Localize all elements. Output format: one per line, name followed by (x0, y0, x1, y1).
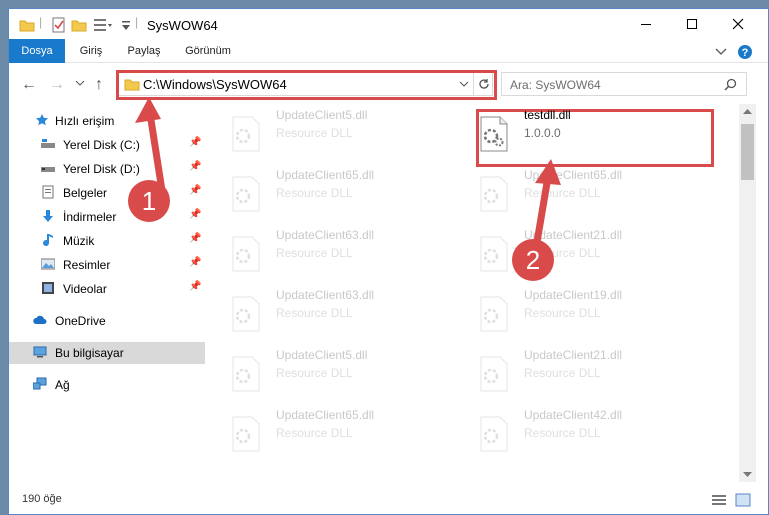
large-icons-view-icon[interactable] (735, 493, 751, 507)
pin-icon: 📌 (189, 185, 202, 196)
pin-icon: 📌 (189, 209, 202, 220)
videos-icon (42, 282, 54, 294)
dll-file-icon (232, 116, 260, 152)
file-list: UpdateClient5.dll Resource DLL UpdateCli… (209, 104, 739, 482)
dll-file-icon (480, 296, 508, 332)
file-tile[interactable]: UpdateClient65.dll Resource DLL (209, 404, 439, 460)
pin-icon: 📌 (189, 161, 202, 172)
explorer-window: | | SysWOW64 Dosya Giriş Paylaş Görünüm … (8, 8, 769, 515)
file-tile[interactable]: UpdateClient42.dll Resource DLL (457, 404, 687, 460)
scroll-up-icon[interactable] (743, 108, 752, 114)
maximize-button[interactable] (669, 9, 715, 39)
scrollbar-thumb[interactable] (741, 124, 754, 180)
folder-icon[interactable] (19, 17, 35, 33)
forward-arrow-icon[interactable]: → (49, 76, 65, 94)
file-tile[interactable]: UpdateClient21.dll Resource DLL (457, 224, 687, 280)
dll-file-icon (480, 356, 508, 392)
sidebar-item-pictures[interactable]: Resimler 📌 (9, 254, 205, 276)
drive-icon (41, 139, 55, 148)
search-input[interactable]: Ara: SysWOW64 (501, 72, 747, 96)
file-tile[interactable]: UpdateClient65.dll Resource DLL (209, 164, 439, 220)
scroll-down-icon[interactable] (743, 472, 752, 478)
vertical-scrollbar[interactable] (739, 104, 756, 482)
minimize-button[interactable] (623, 9, 669, 39)
file-tile[interactable]: UpdateClient63.dll Resource DLL (209, 284, 439, 340)
tab-file[interactable]: Dosya (9, 39, 65, 63)
step-2-badge: 2 (512, 239, 554, 281)
file-tile[interactable]: UpdateClient63.dll Resource DLL (209, 224, 439, 280)
pin-icon: 📌 (189, 257, 202, 268)
dll-file-icon (480, 416, 508, 452)
ribbon-tabs: Dosya Giriş Paylaş Görünüm ? (9, 39, 768, 63)
pin-icon: 📌 (189, 281, 202, 292)
dll-file-icon (480, 116, 508, 152)
dll-file-icon (232, 416, 260, 452)
properties-icon[interactable] (51, 17, 67, 33)
separator: | (39, 15, 43, 29)
svg-text:?: ? (742, 47, 749, 59)
file-tile-testdll[interactable]: testdll.dll 1.0.0.0 (457, 104, 687, 160)
separator: | (135, 15, 139, 29)
dll-file-icon (480, 176, 508, 212)
window-title: SysWOW64 (147, 18, 218, 33)
back-arrow-icon[interactable]: ← (21, 76, 37, 94)
item-count: 190 öğe (22, 493, 62, 505)
music-icon (43, 234, 53, 247)
customize-toolbar-icon[interactable] (119, 17, 133, 33)
dll-file-icon (232, 236, 260, 272)
up-arrow-icon[interactable]: ↑ (95, 76, 103, 94)
file-tile[interactable]: UpdateClient65.dll Resource DLL (457, 164, 687, 220)
search-placeholder: Ara: SysWOW64 (510, 78, 601, 92)
file-tile[interactable]: UpdateClient5.dll Resource DLL (209, 104, 439, 160)
status-bar: 190 öğe (9, 484, 768, 514)
cloud-icon (33, 315, 47, 324)
sidebar-item-downloads[interactable]: İndirmeler 📌 (9, 206, 205, 228)
sidebar-item-music[interactable]: Müzik 📌 (9, 230, 205, 252)
sidebar-item-network[interactable]: Ağ (9, 374, 205, 396)
network-icon (33, 377, 47, 390)
chevron-down-icon[interactable] (715, 47, 727, 57)
dll-file-icon (232, 176, 260, 212)
pin-icon: 📌 (189, 137, 202, 148)
computer-icon (33, 346, 47, 358)
view-toggle-icon[interactable] (93, 17, 113, 33)
tab-view[interactable]: Görünüm (177, 39, 239, 63)
file-tile[interactable]: UpdateClient21.dll Resource DLL (457, 344, 687, 400)
sidebar-item-onedrive[interactable]: OneDrive (9, 310, 205, 332)
tab-home[interactable]: Giriş (69, 39, 113, 63)
new-folder-icon[interactable] (71, 17, 87, 33)
step-1-badge: 1 (128, 180, 170, 222)
maximize-icon (687, 19, 697, 29)
pictures-icon (41, 258, 55, 270)
dll-file-icon (232, 356, 260, 392)
search-icon[interactable] (724, 78, 737, 91)
dll-file-icon (480, 236, 508, 272)
recent-locations-chevron-icon[interactable] (75, 80, 85, 88)
drive-icon (41, 167, 55, 172)
close-icon (732, 18, 744, 30)
sidebar-item-this-pc[interactable]: Bu bilgisayar (9, 342, 205, 364)
star-icon (36, 114, 48, 126)
file-tile[interactable]: UpdateClient5.dll Resource DLL (209, 344, 439, 400)
help-icon[interactable]: ? (737, 44, 753, 60)
download-icon (43, 210, 53, 222)
dll-file-icon (232, 296, 260, 332)
file-tile[interactable]: UpdateClient19.dll Resource DLL (457, 284, 687, 340)
minimize-icon (641, 24, 651, 25)
sidebar-item-videos[interactable]: Videolar 📌 (9, 278, 205, 300)
documents-icon (42, 185, 54, 199)
title-bar: | | SysWOW64 (9, 9, 768, 39)
close-button[interactable] (715, 9, 761, 39)
tab-share[interactable]: Paylaş (119, 39, 169, 63)
address-highlight (116, 70, 497, 100)
pin-icon: 📌 (189, 233, 202, 244)
details-view-icon[interactable] (711, 493, 727, 507)
